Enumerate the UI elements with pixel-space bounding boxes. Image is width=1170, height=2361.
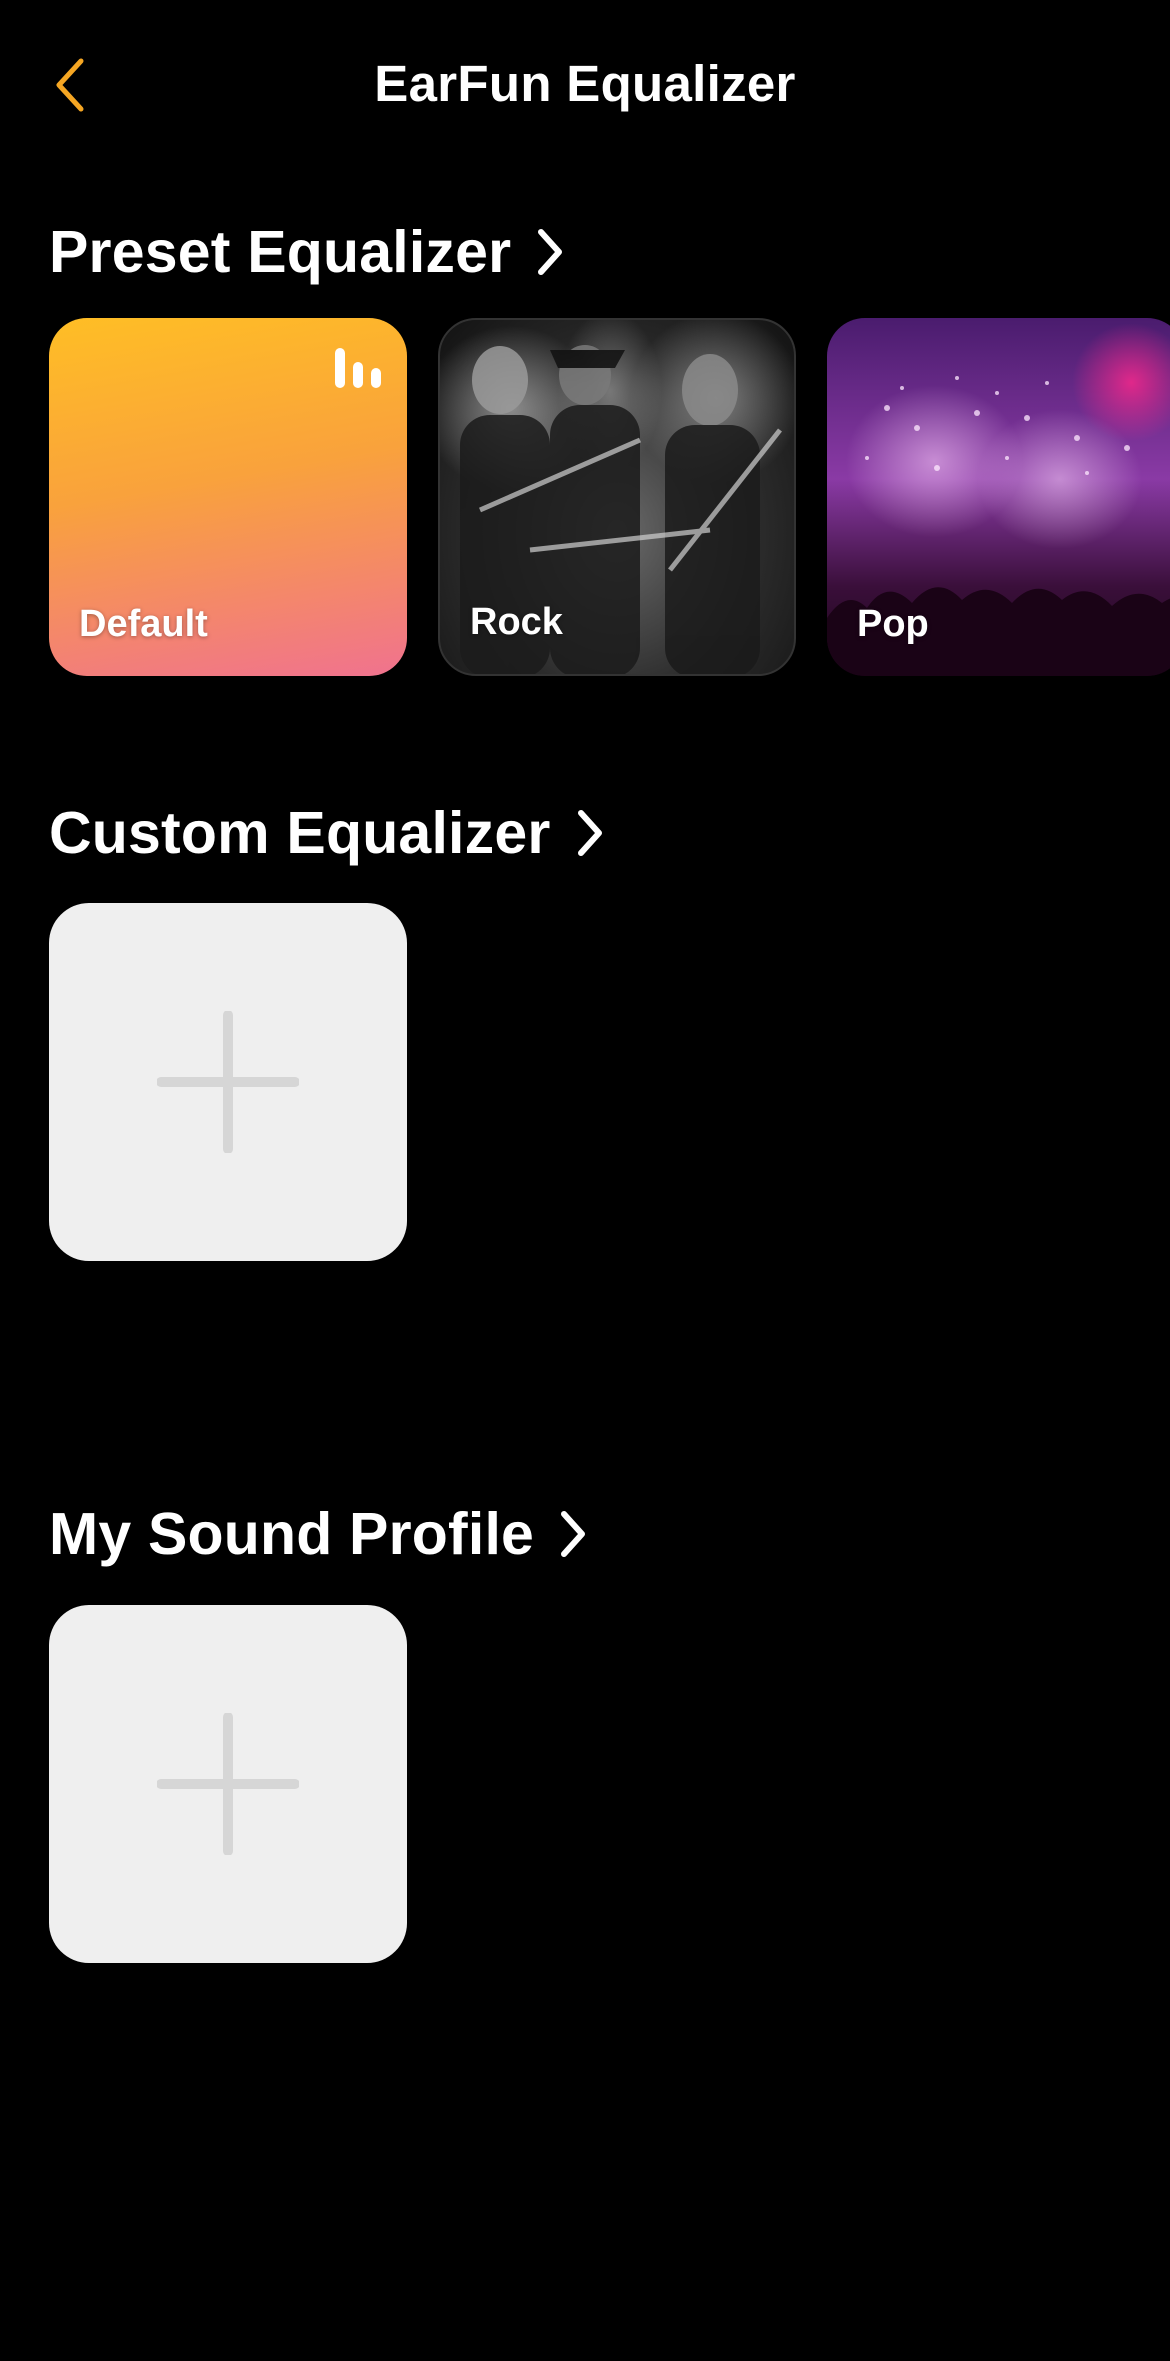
plus-icon [157,1713,299,1855]
sound-profile-header[interactable]: My Sound Profile [49,1498,588,1570]
preset-card-label: Pop [857,603,929,645]
chevron-right-icon [561,1511,586,1557]
custom-equalizer-title: Custom Equalizer [49,800,551,866]
preset-card-default[interactable]: Default [49,318,407,676]
chevron-right-icon [538,229,563,275]
chevron-right-icon [577,810,602,856]
plus-icon [157,1011,299,1153]
preset-card-label: Default [79,603,208,645]
preset-equalizer-header[interactable]: Preset Equalizer [49,216,565,288]
preset-equalizer-title: Preset Equalizer [49,219,512,285]
equalizer-bars-icon [335,348,381,388]
preset-card-pop[interactable]: Pop [827,318,1170,676]
preset-card-rock[interactable]: Rock [438,318,796,676]
add-custom-equalizer-button[interactable] [49,903,407,1261]
sound-profile-title: My Sound Profile [49,1501,535,1567]
preset-card-label: Rock [470,601,563,643]
custom-equalizer-header[interactable]: Custom Equalizer [49,797,605,869]
page-title: EarFun Equalizer [374,55,796,112]
add-sound-profile-button[interactable] [49,1605,407,1963]
header-bar: EarFun Equalizer [0,0,1170,170]
